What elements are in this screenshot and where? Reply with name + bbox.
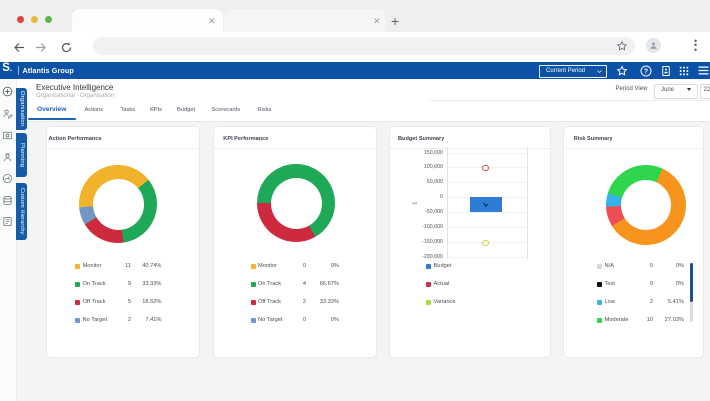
- svg-text:?: ?: [644, 68, 648, 75]
